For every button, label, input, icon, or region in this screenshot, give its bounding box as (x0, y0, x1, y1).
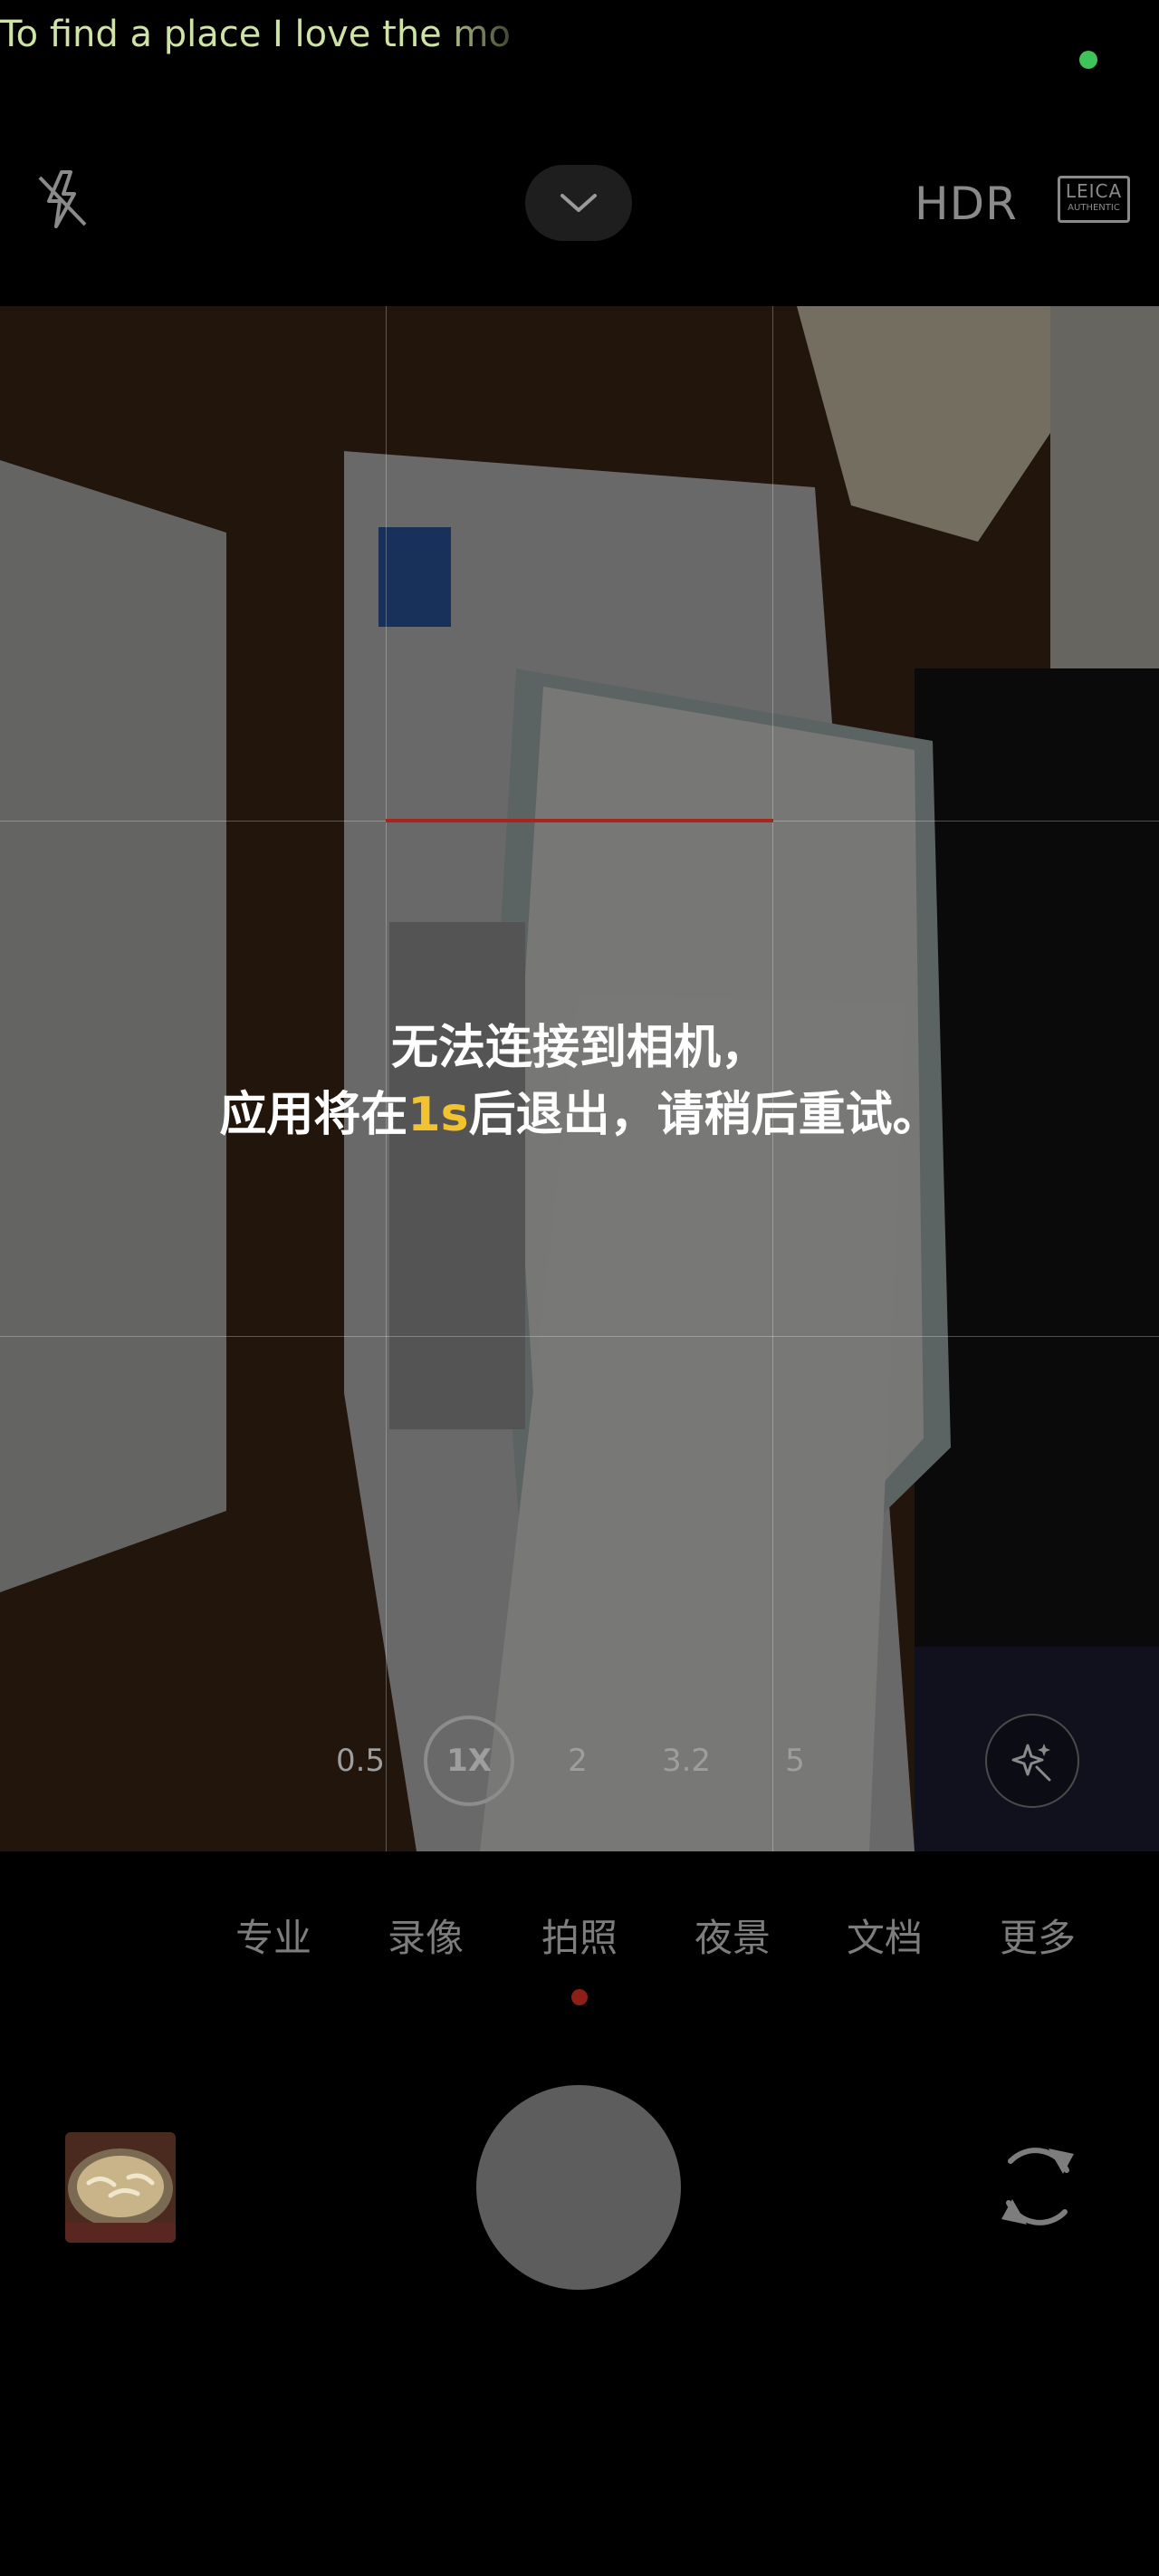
mode-video[interactable]: 录像 (376, 1902, 475, 1975)
gallery-thumbnail-button[interactable] (65, 2132, 176, 2243)
zoom-option-5[interactable]: 5 (761, 1716, 829, 1806)
error-line-2: 应用将在1s后退出，请稍后重试。 (0, 1081, 1159, 1149)
ai-enhance-button[interactable] (985, 1714, 1079, 1808)
horizon-level-indicator (386, 819, 773, 822)
leica-authentic-text: AUTHENTIC (1068, 203, 1120, 213)
error-line-1: 无法连接到相机， (390, 1021, 768, 1075)
last-photo-thumbnail (65, 2132, 176, 2243)
zoom-option-2[interactable]: 2 (543, 1716, 612, 1806)
leica-logo-text: LEICA (1065, 180, 1123, 202)
mode-more[interactable]: 更多 (988, 1902, 1087, 1975)
camera-viewfinder[interactable]: 无法连接到相机， 应用将在1s后退出，请稍后重试。 0.5 1X 2 3.2 5 (0, 306, 1159, 1851)
shutter-button[interactable] (476, 2085, 681, 2290)
camera-mode-selector: 专业 录像 拍照 夜景 文档 更多 (0, 1902, 1159, 1975)
camera-error-message: 无法连接到相机， 应用将在1s后退出，请稍后重试。 (0, 1014, 1159, 1149)
expand-settings-button[interactable] (525, 165, 632, 241)
mode-document[interactable]: 文档 (835, 1902, 934, 1975)
leica-style-button[interactable]: LEICA AUTHENTIC (1058, 176, 1130, 223)
chevron-down-icon (560, 194, 597, 212)
exit-countdown: 1s (407, 1088, 469, 1142)
flash-off-icon (38, 170, 87, 228)
ai-enhance-icon (1011, 1744, 1051, 1782)
hdr-toggle-button[interactable]: HDR (915, 172, 1018, 235)
zoom-option-0.5[interactable]: 0.5 (324, 1716, 397, 1806)
zoom-option-3.2[interactable]: 3.2 (645, 1716, 728, 1806)
switch-camera-icon (1001, 2148, 1074, 2225)
camera-top-bar: HDR LEICA AUTHENTIC (0, 136, 1159, 272)
mode-night[interactable]: 夜景 (683, 1902, 782, 1975)
switch-camera-button[interactable] (991, 2134, 1085, 2239)
zoom-option-1x[interactable]: 1X (424, 1716, 514, 1806)
active-mode-indicator (571, 1989, 588, 2005)
mode-pro[interactable]: 专业 (224, 1902, 323, 1975)
mode-photo[interactable]: 拍照 (530, 1902, 629, 1975)
recording-indicator-dot (1079, 51, 1097, 69)
error-line-2-prefix: 应用将在 (219, 1088, 408, 1142)
status-lyric-ticker: To find a place I love the mo (0, 14, 511, 55)
error-line-2-suffix: 后退出，请稍后重试。 (468, 1088, 940, 1142)
flash-toggle-button[interactable] (34, 167, 91, 235)
grid-line (0, 1336, 1159, 1337)
